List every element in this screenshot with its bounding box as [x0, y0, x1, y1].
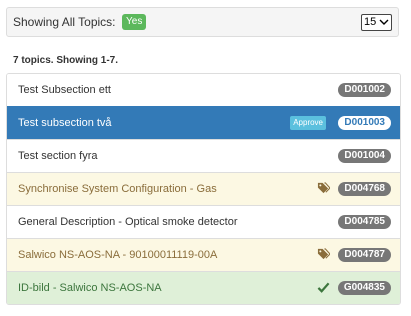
topic-code-badge: D004768 — [338, 182, 391, 196]
topic-row-active[interactable]: Test subsection två Approve D001003 — [7, 106, 400, 139]
per-page-value: 15 — [364, 16, 377, 28]
topic-title: Synchronise System Configuration - Gas — [18, 183, 217, 195]
topic-code-badge: D001002 — [338, 83, 391, 97]
topic-row[interactable]: General Description - Optical smoke dete… — [7, 205, 400, 238]
topic-row-warning[interactable]: Salwico NS-AOS-NA - 90100011119-00A D004… — [7, 238, 400, 271]
topic-code-badge: D004785 — [338, 215, 391, 229]
approve-button[interactable]: Approve — [290, 116, 326, 130]
topic-list: Test Subsection ett D001002 Test subsect… — [6, 73, 401, 305]
topic-code-badge: G004835 — [337, 281, 391, 295]
check-icon — [317, 282, 330, 293]
topic-title: Test subsection två — [18, 117, 112, 129]
topic-title: ID-bild - Salwico NS-AOS-NA — [18, 282, 162, 294]
chevron-down-icon — [379, 19, 389, 25]
tags-icon — [317, 182, 330, 194]
topic-row-success[interactable]: ID-bild - Salwico NS-AOS-NA G004835 — [7, 271, 400, 304]
showing-all-topics-label: Showing All Topics: — [13, 15, 116, 29]
topic-title: General Description - Optical smoke dete… — [18, 216, 238, 228]
topic-row[interactable]: Test Subsection ett D001002 — [7, 74, 400, 106]
topic-code-badge: D004787 — [338, 248, 391, 262]
topic-row-warning[interactable]: Synchronise System Configuration - Gas D… — [7, 172, 400, 205]
showing-all-yes-badge[interactable]: Yes — [122, 14, 147, 30]
topic-code-badge: D001003 — [338, 116, 391, 130]
per-page-select[interactable]: 15 — [361, 14, 392, 31]
topic-code-badge: D001004 — [338, 149, 391, 163]
topic-title: Salwico NS-AOS-NA - 90100011119-00A — [18, 249, 218, 261]
topic-filter-bar: Showing All Topics: Yes 15 — [6, 7, 399, 37]
topics-summary: 7 topics. Showing 1-7. — [13, 55, 119, 66]
topic-row[interactable]: Test section fyra D001004 — [7, 139, 400, 172]
topic-title: Test Subsection ett — [18, 84, 111, 96]
topic-title: Test section fyra — [18, 150, 98, 162]
tags-icon — [317, 248, 330, 260]
